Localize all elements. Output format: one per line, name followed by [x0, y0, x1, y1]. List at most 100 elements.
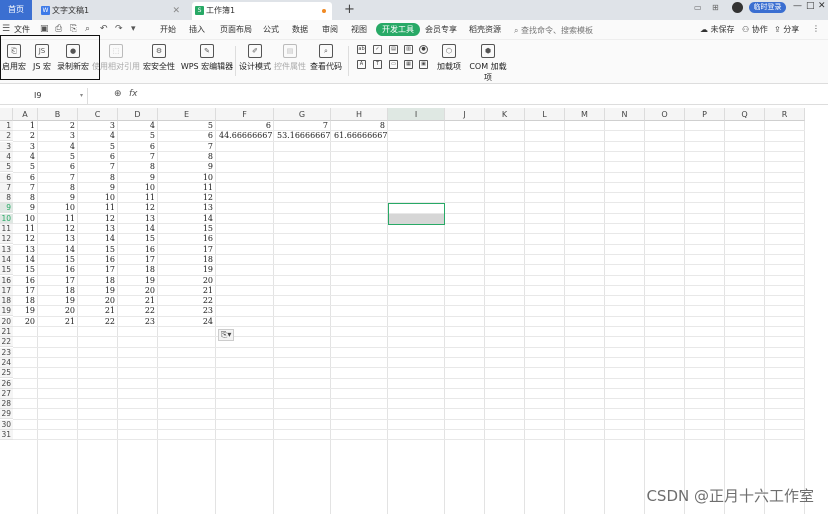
menu-file[interactable]: 文件	[14, 24, 30, 35]
cell-a20[interactable]: 20	[13, 317, 38, 327]
cell-e18[interactable]: 22	[158, 296, 216, 306]
row-header-3[interactable]: 3	[0, 141, 13, 152]
cell-b1[interactable]: 2	[38, 121, 78, 131]
cell-c17[interactable]: 19	[78, 286, 118, 296]
cell-e5[interactable]: 9	[158, 162, 216, 172]
cell-a5[interactable]: 5	[13, 162, 38, 172]
cell-b20[interactable]: 21	[38, 317, 78, 327]
command-search[interactable]: ⌕ 查找命令、搜索模板	[514, 25, 593, 36]
row-header-31[interactable]: 31	[0, 430, 13, 440]
column-header-r[interactable]: R	[765, 108, 805, 121]
menu-home[interactable]: 开始	[160, 24, 176, 35]
column-header-e[interactable]: E	[158, 108, 216, 121]
cell-e11[interactable]: 15	[158, 224, 216, 234]
cell-a17[interactable]: 17	[13, 286, 38, 296]
cell-e12[interactable]: 16	[158, 234, 216, 244]
view-code-button[interactable]: ⌕ 查看代码	[310, 44, 342, 72]
combobox-control-icon[interactable]: ▤	[389, 45, 398, 54]
cell-e10[interactable]: 14	[158, 214, 216, 224]
cell-e9[interactable]: 13	[158, 203, 216, 213]
row-header-20[interactable]: 20	[0, 316, 13, 327]
column-header-j[interactable]: J	[445, 108, 485, 121]
column-header-f[interactable]: F	[216, 108, 274, 121]
column-header-i[interactable]: I	[388, 108, 445, 121]
column-header-p[interactable]: P	[685, 108, 725, 121]
column-header-n[interactable]: N	[605, 108, 645, 121]
cell-e15[interactable]: 19	[158, 265, 216, 275]
column-header-o[interactable]: O	[645, 108, 685, 121]
maximize-icon[interactable]: □	[806, 1, 815, 11]
cell-c9[interactable]: 11	[78, 203, 118, 213]
row-header-18[interactable]: 18	[0, 296, 13, 307]
cell-c7[interactable]: 9	[78, 183, 118, 193]
row-header-2[interactable]: 2	[0, 131, 13, 142]
row-header-15[interactable]: 15	[0, 265, 13, 276]
more-icon[interactable]: ⋮	[812, 24, 820, 33]
cell-d15[interactable]: 18	[118, 265, 158, 275]
cell-b19[interactable]: 20	[38, 306, 78, 316]
new-tab-button[interactable]: +	[344, 0, 355, 20]
cell-f2[interactable]: 44.66666667	[216, 131, 274, 141]
cell-c3[interactable]: 5	[78, 142, 118, 152]
menu-view[interactable]: 视图	[351, 24, 367, 35]
close-tab-icon[interactable]: ✕	[172, 2, 180, 20]
cell-b8[interactable]: 9	[38, 193, 78, 203]
cell-a16[interactable]: 16	[13, 276, 38, 286]
cell-d8[interactable]: 11	[118, 193, 158, 203]
share-button[interactable]: ⇪ 分享	[774, 24, 799, 35]
layout-icon[interactable]: ▭	[694, 3, 702, 12]
cell-d5[interactable]: 8	[118, 162, 158, 172]
row-header-12[interactable]: 12	[0, 234, 13, 245]
cell-c11[interactable]: 13	[78, 224, 118, 234]
cell-b18[interactable]: 19	[38, 296, 78, 306]
unsaved-status[interactable]: ☁ 未保存	[700, 24, 735, 35]
cell-c10[interactable]: 12	[78, 214, 118, 224]
cell-a10[interactable]: 10	[13, 214, 38, 224]
row-header-17[interactable]: 17	[0, 285, 13, 296]
cell-e8[interactable]: 12	[158, 193, 216, 203]
tab-workbook[interactable]: S 工作簿1	[192, 2, 332, 20]
cell-a15[interactable]: 15	[13, 265, 38, 275]
close-window-icon[interactable]: ✕	[818, 1, 826, 11]
cell-g2[interactable]: 53.16666667	[274, 131, 331, 141]
button-control-icon[interactable]: ab	[357, 45, 366, 54]
scrollbar-control-icon[interactable]: ▭	[389, 60, 398, 69]
undo-icon[interactable]: ↶	[100, 24, 108, 34]
cell-a19[interactable]: 19	[13, 306, 38, 316]
row-header-14[interactable]: 14	[0, 254, 13, 265]
cell-c18[interactable]: 20	[78, 296, 118, 306]
redo-icon[interactable]: ↷	[115, 24, 123, 34]
row-header-1[interactable]: 1	[0, 121, 13, 131]
row-header-13[interactable]: 13	[0, 244, 13, 255]
spreadsheet-grid[interactable]: A B C D E F G H I J K L M N O P Q R 1 2 3 4 5 6 7 8 9 10 11 12 13 14 15 1…	[0, 108, 828, 514]
cell-d9[interactable]: 12	[118, 203, 158, 213]
cell-e13[interactable]: 17	[158, 245, 216, 255]
login-button[interactable]: 临时登录	[749, 2, 786, 13]
cell-d13[interactable]: 16	[118, 245, 158, 255]
cell-b9[interactable]: 10	[38, 203, 78, 213]
cell-d17[interactable]: 20	[118, 286, 158, 296]
fx-icon[interactable]: fx	[129, 89, 138, 99]
menu-developer[interactable]: 开发工具	[376, 23, 420, 36]
name-box[interactable]: I9 ▾	[0, 88, 88, 104]
export-icon[interactable]: ⎙	[55, 24, 62, 34]
cell-c14[interactable]: 16	[78, 255, 118, 265]
formula-input[interactable]	[148, 89, 818, 103]
minimize-icon[interactable]: —	[793, 1, 802, 11]
cell-b5[interactable]: 6	[38, 162, 78, 172]
row-header-8[interactable]: 8	[0, 193, 13, 204]
column-header-q[interactable]: Q	[725, 108, 765, 121]
textbox-control-icon[interactable]: T	[373, 60, 382, 69]
print-icon[interactable]: ⎘	[70, 24, 77, 34]
cell-a7[interactable]: 7	[13, 183, 38, 193]
row-header-21[interactable]: 21	[0, 327, 13, 337]
cell-a18[interactable]: 18	[13, 296, 38, 306]
listbox-control-icon[interactable]: ▥	[404, 45, 413, 54]
zoom-icon[interactable]: ⊕	[114, 89, 122, 99]
cell-b12[interactable]: 13	[38, 234, 78, 244]
cell-c4[interactable]: 6	[78, 152, 118, 162]
cell-c16[interactable]: 18	[78, 276, 118, 286]
label-control-icon[interactable]: A	[357, 60, 366, 69]
cell-d1[interactable]: 4	[118, 121, 158, 131]
cell-b2[interactable]: 3	[38, 131, 78, 141]
